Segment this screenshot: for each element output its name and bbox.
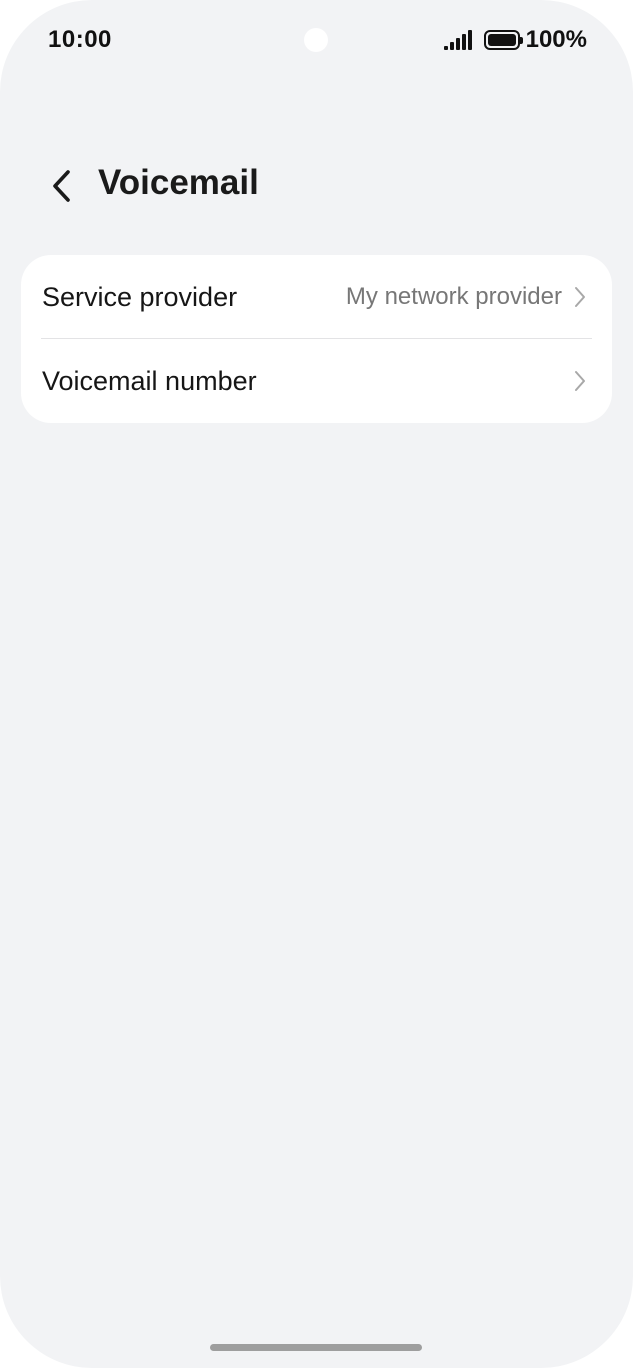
status-bar: 10:00 100% [0, 22, 633, 58]
phone-screen: 10:00 100% Voicemail Service provider My… [0, 0, 633, 1368]
home-indicator[interactable] [210, 1344, 422, 1351]
battery-percentage: 100% [525, 26, 587, 53]
chevron-right-icon [572, 369, 588, 393]
chevron-left-icon [53, 170, 70, 202]
service-provider-label: Service provider [42, 281, 238, 312]
page-header: Voicemail [0, 160, 633, 212]
voicemail-number-label: Voicemail number [42, 365, 257, 396]
signal-bars-icon [443, 30, 472, 50]
voicemail-settings-card: Service provider My network provider Voi… [21, 255, 612, 423]
page-title: Voicemail [98, 163, 259, 202]
battery-full-icon [483, 30, 523, 50]
back-button[interactable] [40, 164, 84, 208]
chevron-right-icon [572, 285, 588, 309]
front-camera [304, 28, 328, 52]
service-provider-value: My network provider [345, 283, 562, 310]
status-indicators: 100% [443, 26, 587, 54]
voicemail-number-row[interactable]: Voicemail number [21, 339, 612, 423]
status-time: 10:00 [48, 26, 112, 53]
service-provider-row[interactable]: Service provider My network provider [21, 255, 612, 339]
